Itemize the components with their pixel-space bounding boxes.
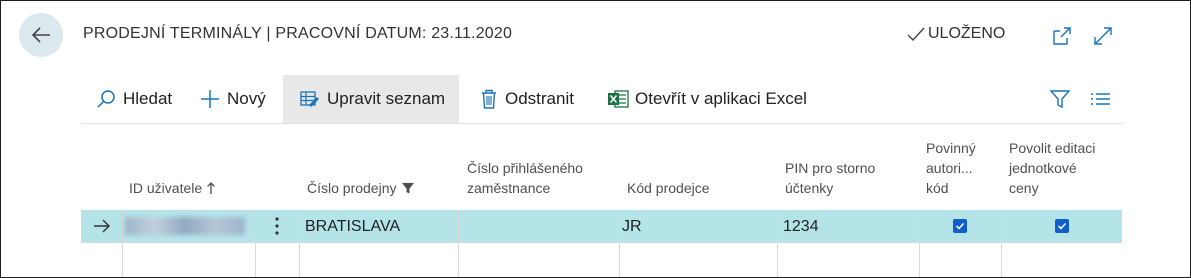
cell-pos-number[interactable]: BRATISLAVA [305,218,400,236]
edit-list-icon [300,91,319,107]
open-in-excel-label: Otevřít v aplikaci Excel [635,89,807,108]
page-title: PRODEJNÍ TERMINÁLY | PRACOVNÍ DATUM: 23.… [83,25,513,42]
filter-funnel-icon [401,183,414,194]
search-label: Hledat [123,89,173,108]
column-header-pos-number[interactable]: Číslo prodejny [307,178,415,198]
delete-label: Odstranit [505,89,574,108]
plus-icon [201,90,219,108]
pop-out-icon[interactable] [1051,25,1073,47]
excel-icon [608,90,629,108]
column-header-auth-line1: Povinný [926,140,976,156]
column-header-edit-price-line3: ceny [1009,180,1039,196]
checkmark-icon [1057,222,1067,230]
edit-list-label: Upravit seznam [327,89,446,108]
edit-list-button[interactable]: Upravit seznam [283,75,459,123]
column-header-employee[interactable]: Číslo přihlášeného zaměstnance [467,158,583,198]
back-button[interactable] [19,13,63,57]
data-grid: ID uživatele Číslo prodejny Číslo přihlá… [81,124,1122,277]
column-divider [458,210,459,277]
column-header-pin-line2: účtenky [785,180,834,196]
delete-button[interactable]: Odstranit [479,75,574,123]
open-in-excel-button[interactable]: Otevřít v aplikaci Excel [607,75,807,123]
cell-salesperson[interactable]: JR [622,218,642,236]
column-header-salesperson[interactable]: Kód prodejce [627,178,710,198]
new-label: Nový [227,89,266,108]
row-divider [81,242,1122,243]
column-divider [299,210,300,277]
search-icon [97,90,115,108]
column-header-pin[interactable]: PIN pro storno účtenky [785,158,875,198]
checkmark-icon [955,222,965,230]
column-header-employee-line2: zaměstnance [467,180,551,196]
column-header-edit-price-line2: jednotkové [1009,160,1077,176]
action-bar: Hledat Nový Upravit seznam Odstranit Ote… [81,75,1123,124]
column-divider [122,210,123,277]
column-divider [255,210,256,277]
column-header-auth-line3: kód [926,180,949,196]
page-frame: PRODEJNÍ TERMINÁLY | PRACOVNÍ DATUM: 23.… [0,0,1191,278]
column-header-auth-line2: autori... [926,160,973,176]
back-arrow-icon [31,27,50,43]
search-button[interactable]: Hledat [95,75,172,123]
save-status: ULOŽENO [906,25,1005,43]
column-divider [919,210,920,277]
filter-icon[interactable] [1049,88,1071,110]
user-id-redacted [125,217,245,235]
column-divider [619,210,620,277]
column-header-pos-number-label: Číslo prodejny [307,180,397,196]
column-divider [1001,210,1002,277]
column-header-user-id[interactable]: ID uživatele [129,178,216,198]
column-header-edit-price[interactable]: Povolit editaci jednotkové ceny [1009,138,1095,198]
save-status-label: ULOŽENO [928,25,1006,42]
column-header-pin-line1: PIN pro storno [785,160,876,176]
column-header-edit-price-line1: Povolit editaci [1009,140,1096,156]
expand-icon[interactable] [1092,25,1114,47]
checkmark-icon [907,27,925,42]
checkbox-auth-code[interactable] [953,219,967,233]
cell-pin[interactable]: 1234 [783,218,819,236]
column-divider [777,210,778,277]
list-view-icon[interactable] [1089,88,1111,110]
row-menu-icon[interactable] [274,216,280,236]
checkbox-edit-price[interactable] [1055,219,1069,233]
column-header-employee-line1: Číslo přihlášeného [467,160,583,176]
column-header-user-id-label: ID uživatele [129,180,203,196]
column-header-auth-code[interactable]: Povinný autori... kód [926,138,976,198]
trash-icon [482,89,496,109]
new-button[interactable]: Nový [199,75,266,123]
row-arrow-icon [94,219,110,233]
sort-up-icon [207,182,216,194]
